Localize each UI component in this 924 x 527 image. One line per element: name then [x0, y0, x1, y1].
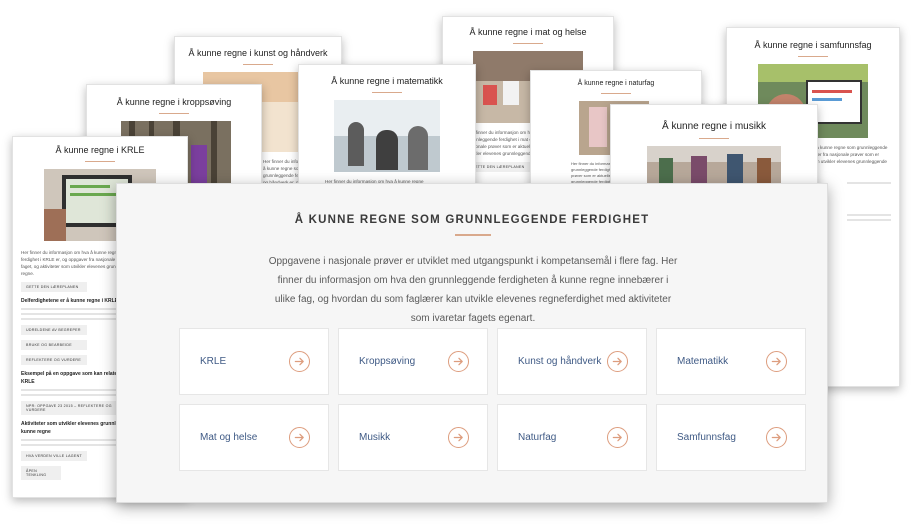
accordion-button[interactable]: BRUKE OG BEARBEIDE — [21, 340, 87, 350]
accordion-button[interactable]: HVA VERDEN VILLE LAGENT — [21, 451, 87, 461]
accordion-button[interactable]: ÅPEN TENKLING — [21, 466, 61, 480]
title-underline — [243, 64, 273, 65]
card-title: Å kunne regne i naturfag — [577, 80, 655, 87]
tile-kunst-og-handverk[interactable]: Kunst og håndverk — [497, 328, 647, 395]
arrow-right-circle-icon — [289, 351, 310, 372]
arrow-right-circle-icon — [448, 427, 469, 448]
tile-label: Matematikk — [677, 356, 729, 367]
tile-naturfag[interactable]: Naturfag — [497, 404, 647, 471]
main-panel: Å KUNNE REGNE SOM GRUNNLEGGENDE FERDIGHE… — [116, 183, 828, 503]
page-title: Å KUNNE REGNE SOM GRUNNLEGGENDE FERDIGHE… — [294, 214, 650, 226]
card-title: Å kunne regne i kroppsøving — [116, 97, 232, 107]
tile-label: Mat og helse — [200, 432, 258, 443]
card-title: Å kunne regne i mat og helse — [469, 27, 587, 37]
arrow-right-circle-icon — [766, 351, 787, 372]
card-title: Å kunne regne i matematikk — [331, 76, 443, 86]
card-title: Å kunne regne i musikk — [662, 121, 766, 132]
card-title: Å kunne regne i kunst og håndverk — [188, 48, 328, 58]
arrow-right-circle-icon — [607, 351, 628, 372]
arrow-right-circle-icon — [448, 351, 469, 372]
title-underline — [372, 92, 402, 93]
title-underline — [699, 138, 729, 139]
tile-label: Samfunnsfag — [677, 432, 736, 443]
tile-label: KRLE — [200, 356, 227, 367]
card-title: Å kunne regne i KRLE — [55, 145, 145, 155]
title-underline — [601, 93, 631, 94]
arrow-right-circle-icon — [289, 427, 310, 448]
title-underline — [513, 43, 543, 44]
tile-label: Kroppsøving — [359, 356, 416, 367]
lareplan-button[interactable]: GETTE DEN LÆREPLANEN — [21, 282, 87, 292]
arrow-right-circle-icon — [766, 427, 787, 448]
tile-kroppsoving[interactable]: Kroppsøving — [338, 328, 488, 395]
tile-label: Musikk — [359, 432, 391, 443]
tile-label: Naturfag — [518, 432, 557, 443]
arrow-right-circle-icon — [607, 427, 628, 448]
tile-label: Kunst og håndverk — [518, 356, 602, 367]
tile-samfunnsfag[interactable]: Samfunnsfag — [656, 404, 806, 471]
intro-text: Oppgavene i nasjonale prøver er utviklet… — [268, 256, 678, 324]
tile-krle[interactable]: KRLE — [179, 328, 329, 395]
accordion-button[interactable]: UDRELDENE AV BEGREPER — [21, 325, 87, 335]
title-underline — [455, 234, 491, 236]
card-photo — [334, 100, 440, 172]
accordion-button[interactable]: NPR: OPPGAVE 23 2015 – REFLEKTERE OG VUR… — [21, 401, 121, 415]
tile-mat-og-helse[interactable]: Mat og helse — [179, 404, 329, 471]
card-photo — [647, 146, 781, 186]
accordion-button[interactable]: REFLEKTERE OG VURDERE — [21, 355, 87, 365]
lareplan-button[interactable]: GETTE DEN LÆREPLANEN — [467, 162, 533, 172]
title-underline — [159, 113, 189, 114]
card-title: Å kunne regne i samfunnsfag — [754, 40, 872, 50]
tile-musikk[interactable]: Musikk — [338, 404, 488, 471]
title-underline — [798, 56, 828, 57]
title-underline — [85, 161, 115, 162]
tile-matematikk[interactable]: Matematikk — [656, 328, 806, 395]
